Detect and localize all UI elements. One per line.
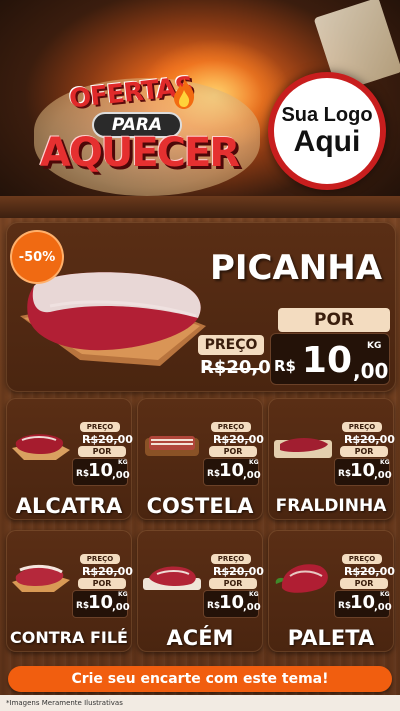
featured-por-label: POR <box>278 308 390 332</box>
contra-file-meat-icon <box>12 564 70 592</box>
price-integer: 10 <box>219 460 245 481</box>
product-name: PALETA <box>287 626 375 650</box>
preco-label: PREÇO <box>211 554 251 564</box>
strikethrough <box>346 439 382 440</box>
featured-unit: KG <box>367 341 382 351</box>
unit: KG <box>118 591 128 598</box>
flyer: OFERTAS PARA AQUECER Sua Logo Aqui -50% … <box>0 0 400 711</box>
product-name: FRALDINHA <box>275 496 387 516</box>
por-label: POR <box>78 578 126 589</box>
logo-text-line2: Aqui <box>293 125 361 158</box>
product-card-costela[interactable]: PREÇO R$20,00 POR R$ 10 ,00 KG COSTELA <box>137 398 264 520</box>
header-banner: OFERTAS PARA AQUECER Sua Logo Aqui <box>0 0 400 218</box>
featured-price-decimal: ,00 <box>353 359 389 383</box>
logo-text-line1: Sua Logo <box>281 104 373 126</box>
strikethrough <box>202 368 262 370</box>
paleta-meat-icon <box>275 564 328 593</box>
preco-label: PREÇO <box>211 422 251 432</box>
unit: KG <box>380 591 390 598</box>
price-integer: 10 <box>219 592 245 613</box>
price-decimal: ,00 <box>112 602 130 613</box>
por-label: POR <box>340 446 388 457</box>
featured-currency: R$ <box>274 357 296 375</box>
strikethrough <box>215 439 251 440</box>
strikethrough <box>215 571 251 572</box>
strikethrough <box>84 571 120 572</box>
preco-label: PREÇO <box>342 554 382 564</box>
product-card-contra-file[interactable]: PREÇO R$20,00 POR R$ 10 ,00 KG CONTRA FI… <box>6 530 133 652</box>
product-name: ALCATRA <box>15 494 123 518</box>
featured-preco-label: PREÇO <box>198 335 264 355</box>
flame-icon <box>174 78 195 109</box>
wood-edge <box>0 196 400 218</box>
price-decimal: ,00 <box>374 602 392 613</box>
acem-meat-icon <box>143 566 201 590</box>
preco-label: PREÇO <box>342 422 382 432</box>
costela-meat-icon <box>145 436 199 456</box>
por-label: POR <box>340 578 388 589</box>
discount-badge: -50% <box>12 232 62 282</box>
featured-product-name: PICANHA <box>209 248 383 288</box>
create-flyer-button[interactable]: Crie seu encarte com este tema! <box>8 666 392 692</box>
strikethrough <box>346 571 382 572</box>
strikethrough <box>84 439 120 440</box>
price-integer: 10 <box>350 592 376 613</box>
unit: KG <box>118 459 128 466</box>
price-decimal: ,00 <box>243 470 261 481</box>
product-card-acem[interactable]: PREÇO R$20,00 POR R$ 10 ,00 KG ACÉM <box>137 530 264 652</box>
price-decimal: ,00 <box>243 602 261 613</box>
product-card-alcatra[interactable]: PREÇO R$20,00 POR R$ 10 ,00 KG ALCATRA <box>6 398 133 520</box>
unit: KG <box>380 459 390 466</box>
product-name: ACÉM <box>166 626 234 650</box>
por-label: POR <box>209 578 257 589</box>
product-name: CONTRA FILÉ <box>10 628 128 647</box>
price-integer: 10 <box>88 460 114 481</box>
price-decimal: ,00 <box>112 470 130 481</box>
preco-label: PREÇO <box>80 554 120 564</box>
price-decimal: ,00 <box>374 470 392 481</box>
por-label: POR <box>209 446 257 457</box>
unit: KG <box>249 591 259 598</box>
title-aquecer: AQUECER <box>39 130 240 176</box>
product-card-paleta[interactable]: PREÇO R$20,00 POR R$ 10 ,00 KG PALETA <box>268 530 395 652</box>
product-card-fraldinha[interactable]: PREÇO R$20,00 POR R$ 10 ,00 KG FRALDINHA <box>268 398 395 520</box>
alcatra-meat-icon <box>12 434 70 460</box>
logo-placeholder[interactable]: Sua Logo Aqui <box>268 72 386 190</box>
price-integer: 10 <box>88 592 114 613</box>
fraldinha-meat-icon <box>274 438 332 458</box>
unit: KG <box>249 459 259 466</box>
preco-label: PREÇO <box>80 422 120 432</box>
price-integer: 10 <box>350 460 376 481</box>
featured-price-integer: 10 <box>301 340 352 381</box>
disclaimer: *Imagens Meramente Ilustrativas <box>0 695 400 711</box>
por-label: POR <box>78 446 126 457</box>
product-name: COSTELA <box>146 494 254 518</box>
